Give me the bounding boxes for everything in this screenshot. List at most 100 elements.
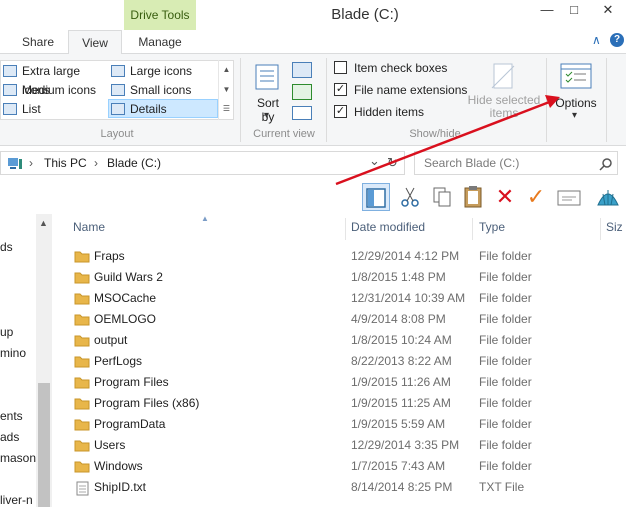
text-file-icon <box>74 481 90 496</box>
file-type: File folder <box>479 312 532 326</box>
address-dropdown-icon[interactable]: ⌄ <box>369 153 380 169</box>
file-row[interactable]: Program Files (x86) 1/9/2015 11:25 AM File… <box>53 393 626 414</box>
nav-scrollbar-thumb[interactable] <box>38 383 50 507</box>
layout-item-label: Medium icons <box>22 83 97 97</box>
file-type: File folder <box>479 459 532 473</box>
column-divider[interactable] <box>600 218 601 240</box>
column-header-size[interactable]: Siz <box>606 220 623 234</box>
file-row[interactable]: output 1/8/2015 10:24 AM File folder <box>53 330 626 351</box>
file-row[interactable]: Windows 1/7/2015 7:43 AM File folder <box>53 456 626 477</box>
folder-icon <box>74 250 90 263</box>
file-row[interactable]: Guild Wars 2 1/8/2015 1:48 PM File folder <box>53 267 626 288</box>
sort-by-button[interactable]: Sort by ▾ <box>250 60 286 124</box>
file-name-extensions-checkbox[interactable]: ✓ <box>334 83 347 96</box>
file-row[interactable]: Program Files 1/9/2015 11:26 AM File folde… <box>53 372 626 393</box>
nav-item[interactable]: mason <box>0 451 36 465</box>
item-check-boxes-checkbox[interactable] <box>334 61 347 74</box>
item-check-boxes-toggle[interactable]: Item check boxes <box>334 60 447 78</box>
file-name: ProgramData <box>94 417 166 431</box>
minimize-button[interactable]: — <box>532 0 562 22</box>
rename-check-icon[interactable]: ✓ <box>522 183 550 211</box>
layout-list[interactable]: List <box>1 100 109 119</box>
file-row[interactable]: PerfLogs 8/22/2013 8:22 AM File folder <box>53 351 626 372</box>
nav-item[interactable]: up <box>0 325 36 339</box>
nav-item[interactable]: liver-n <box>0 493 36 507</box>
file-row[interactable]: ShipID.txt 8/14/2014 8:25 PM TXT File <box>53 477 626 498</box>
scroll-down-icon[interactable]: ▼ <box>219 80 234 100</box>
address-bar[interactable]: › This PC › Blade (C:) ⌄ ↻ <box>0 151 405 175</box>
folder-icon <box>74 418 90 431</box>
layout-medium-icons[interactable]: Medium icons <box>1 81 109 100</box>
preview-pane-icon[interactable] <box>362 183 390 211</box>
details-icon <box>111 103 125 115</box>
file-name: OEMLOGO <box>94 312 157 326</box>
help-icon[interactable]: ? <box>610 33 624 47</box>
hide-selected-label: Hide selected items <box>467 93 541 120</box>
column-divider[interactable] <box>472 218 473 240</box>
file-date-modified: 12/29/2014 3:35 PM <box>351 438 460 452</box>
cut-icon[interactable] <box>396 183 424 211</box>
shell-icon[interactable] <box>594 183 622 211</box>
refresh-icon[interactable]: ↻ <box>387 155 398 171</box>
file-type: File folder <box>479 291 532 305</box>
layout-gallery-scroll[interactable]: ▲ ▼ ☰ <box>218 60 234 120</box>
file-row[interactable]: Users 12/29/2014 3:35 PM File folder <box>53 435 626 456</box>
column-header-type[interactable]: Type <box>479 220 505 234</box>
tab-view[interactable]: View <box>68 30 122 55</box>
tab-share[interactable]: Share <box>10 30 66 55</box>
file-row[interactable]: Fraps 12/29/2014 4:12 PM File folder <box>53 246 626 267</box>
layout-item-label: List <box>22 102 41 116</box>
column-header-date-modified[interactable]: Date modified <box>351 220 425 234</box>
nav-item[interactable]: ds <box>0 240 36 254</box>
expand-gallery-icon[interactable]: ☰ <box>219 100 234 118</box>
medium-icons-icon <box>3 84 17 96</box>
column-divider[interactable] <box>345 218 346 240</box>
group-by-icon[interactable] <box>292 62 312 78</box>
delete-icon[interactable]: ✕ <box>491 183 519 211</box>
maximize-button[interactable]: □ <box>559 0 589 22</box>
layout-details[interactable]: Details <box>108 99 218 118</box>
properties-icon[interactable] <box>555 183 583 211</box>
tab-manage[interactable]: Manage <box>124 30 196 55</box>
collapse-ribbon-icon[interactable]: ∧ <box>592 33 601 47</box>
size-columns-icon[interactable] <box>292 106 312 120</box>
folder-icon <box>74 313 90 326</box>
hidden-items-toggle[interactable]: ✓ Hidden items <box>334 104 424 122</box>
layout-extra-large-icons[interactable]: Extra large icons <box>1 62 109 97</box>
layout-large-icons[interactable]: Large icons <box>109 62 217 81</box>
options-label: Options <box>555 96 597 110</box>
file-type: File folder <box>479 417 532 431</box>
hide-selected-items-button[interactable]: Hide selected items <box>466 60 542 124</box>
file-name: Program Files (x86) <box>94 396 200 410</box>
scroll-up-icon[interactable]: ▲ <box>39 218 48 228</box>
hidden-items-checkbox[interactable]: ✓ <box>334 105 347 118</box>
list-icon <box>3 103 17 115</box>
layout-small-icons[interactable]: Small icons <box>109 81 217 100</box>
copy-icon[interactable] <box>428 183 456 211</box>
nav-item[interactable]: mino <box>0 346 36 360</box>
file-name: Fraps <box>94 249 125 263</box>
file-row[interactable]: MSOCache 12/31/2014 10:39 AM File folder <box>53 288 626 309</box>
file-date-modified: 1/9/2015 11:26 AM <box>351 375 451 389</box>
file-date-modified: 1/8/2015 1:48 PM <box>351 270 446 284</box>
breadcrumb-blade-c[interactable]: Blade (C:) <box>107 156 161 170</box>
column-header-name[interactable]: Name <box>73 220 105 234</box>
file-date-modified: 8/22/2013 8:22 AM <box>351 354 452 368</box>
file-row[interactable]: ProgramData 1/9/2015 5:59 AM File folder <box>53 414 626 435</box>
search-box[interactable]: Search Blade (C:) <box>414 151 618 175</box>
file-name-extensions-toggle[interactable]: ✓ File name extensions <box>334 82 467 100</box>
add-columns-icon[interactable] <box>292 84 312 100</box>
scroll-up-icon[interactable]: ▲ <box>219 60 234 80</box>
paste-icon[interactable] <box>459 183 487 211</box>
file-type: TXT File <box>479 480 525 494</box>
search-input[interactable]: Search Blade (C:) <box>424 156 519 170</box>
options-button[interactable]: Options ▾ <box>550 58 602 124</box>
close-button[interactable]: ✕ <box>593 0 623 22</box>
ribbon: Extra large icons Large icons Medium ico… <box>0 54 626 146</box>
file-row[interactable]: OEMLOGO 4/9/2014 8:08 PM File folder <box>53 309 626 330</box>
extra-large-icons-icon <box>3 65 17 77</box>
breadcrumb-this-pc[interactable]: This PC <box>44 156 87 170</box>
nav-item[interactable]: ads <box>0 430 36 444</box>
search-icon[interactable] <box>599 157 613 171</box>
nav-item[interactable]: ents <box>0 409 36 423</box>
